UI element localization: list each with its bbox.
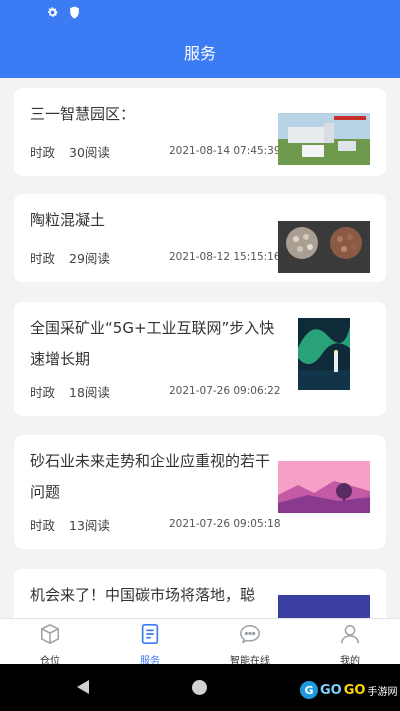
article-title: 陶粒混凝土 <box>30 211 106 229</box>
article-reads: 29阅读 <box>69 251 110 266</box>
article-card[interactable]: 全国采矿业“5G+工业互联网”步入快速增长期 时政 18阅读 2021-07-2… <box>14 302 386 416</box>
article-meta: 时政 30阅读 <box>30 142 110 161</box>
shield-icon <box>69 6 80 19</box>
watermark-logo: G GO GO 手游网 <box>300 681 397 699</box>
article-reads: 13阅读 <box>69 518 110 533</box>
article-thumbnail <box>278 595 370 618</box>
article-list: 三一智慧园区： 时政 30阅读 2021-08-14 07:45:39 陶粒混凝… <box>0 78 400 618</box>
article-meta: 时政 29阅读 <box>30 248 110 267</box>
article-thumbnail <box>278 113 370 165</box>
article-reads: 30阅读 <box>69 145 110 160</box>
article-date: 2021-08-14 07:45:39 <box>169 145 281 157</box>
bottom-tab-bar: 仓位 服务 智能在线 我的 <box>0 618 400 667</box>
article-title: 三一智慧园区： <box>30 105 136 123</box>
article-category: 时政 <box>30 145 56 160</box>
box-icon <box>39 623 61 649</box>
system-nav-bar: G GO GO 手游网 <box>0 664 400 711</box>
back-icon[interactable] <box>76 679 90 699</box>
document-icon <box>139 623 161 649</box>
tab-service[interactable]: 服务 <box>100 619 200 667</box>
status-icons <box>46 6 80 19</box>
article-card[interactable]: 三一智慧园区： 时政 30阅读 2021-08-14 07:45:39 <box>14 88 386 176</box>
watermark-logo-part: GO <box>343 682 366 698</box>
app-header: 服务 <box>0 0 400 78</box>
article-category: 时政 <box>30 518 56 533</box>
article-card[interactable]: 机会来了！中国碳市场将落地，聪 <box>14 569 386 618</box>
article-date: 2021-07-26 09:05:18 <box>169 518 281 530</box>
article-category: 时政 <box>30 385 56 400</box>
page-title: 服务 <box>183 44 216 63</box>
article-reads: 18阅读 <box>69 385 110 400</box>
article-meta: 时政 18阅读 <box>30 382 110 401</box>
article-thumbnail <box>278 221 370 273</box>
article-category: 时政 <box>30 251 56 266</box>
watermark-logo-part: 手游网 <box>367 686 398 698</box>
gear-icon <box>46 6 59 19</box>
watermark-badge-icon: G <box>300 681 318 699</box>
user-icon <box>339 623 361 649</box>
watermark-logo-part: GO <box>320 682 342 698</box>
article-title: 全国采矿业“5G+工业互联网”步入快速增长期 <box>30 319 275 368</box>
tab-warehouse[interactable]: 仓位 <box>0 619 100 667</box>
tab-mine[interactable]: 我的 <box>300 619 400 667</box>
chat-icon <box>239 623 261 649</box>
home-icon[interactable] <box>192 680 207 695</box>
article-thumbnail <box>298 318 350 390</box>
article-date: 2021-07-26 09:06:22 <box>169 385 281 397</box>
article-date: 2021-08-12 15:15:16 <box>169 251 281 263</box>
tab-smart-online[interactable]: 智能在线 <box>200 619 300 667</box>
article-thumbnail <box>278 461 370 513</box>
article-title: 砂石业未来走势和企业应重视的若干问题 <box>30 452 271 501</box>
article-card[interactable]: 砂石业未来走势和企业应重视的若干问题 时政 13阅读 2021-07-26 09… <box>14 435 386 549</box>
article-meta: 时政 13阅读 <box>30 515 110 534</box>
article-title: 机会来了！中国碳市场将落地，聪 <box>30 586 256 604</box>
article-card[interactable]: 陶粒混凝土 时政 29阅读 2021-08-12 15:15:16 <box>14 194 386 282</box>
